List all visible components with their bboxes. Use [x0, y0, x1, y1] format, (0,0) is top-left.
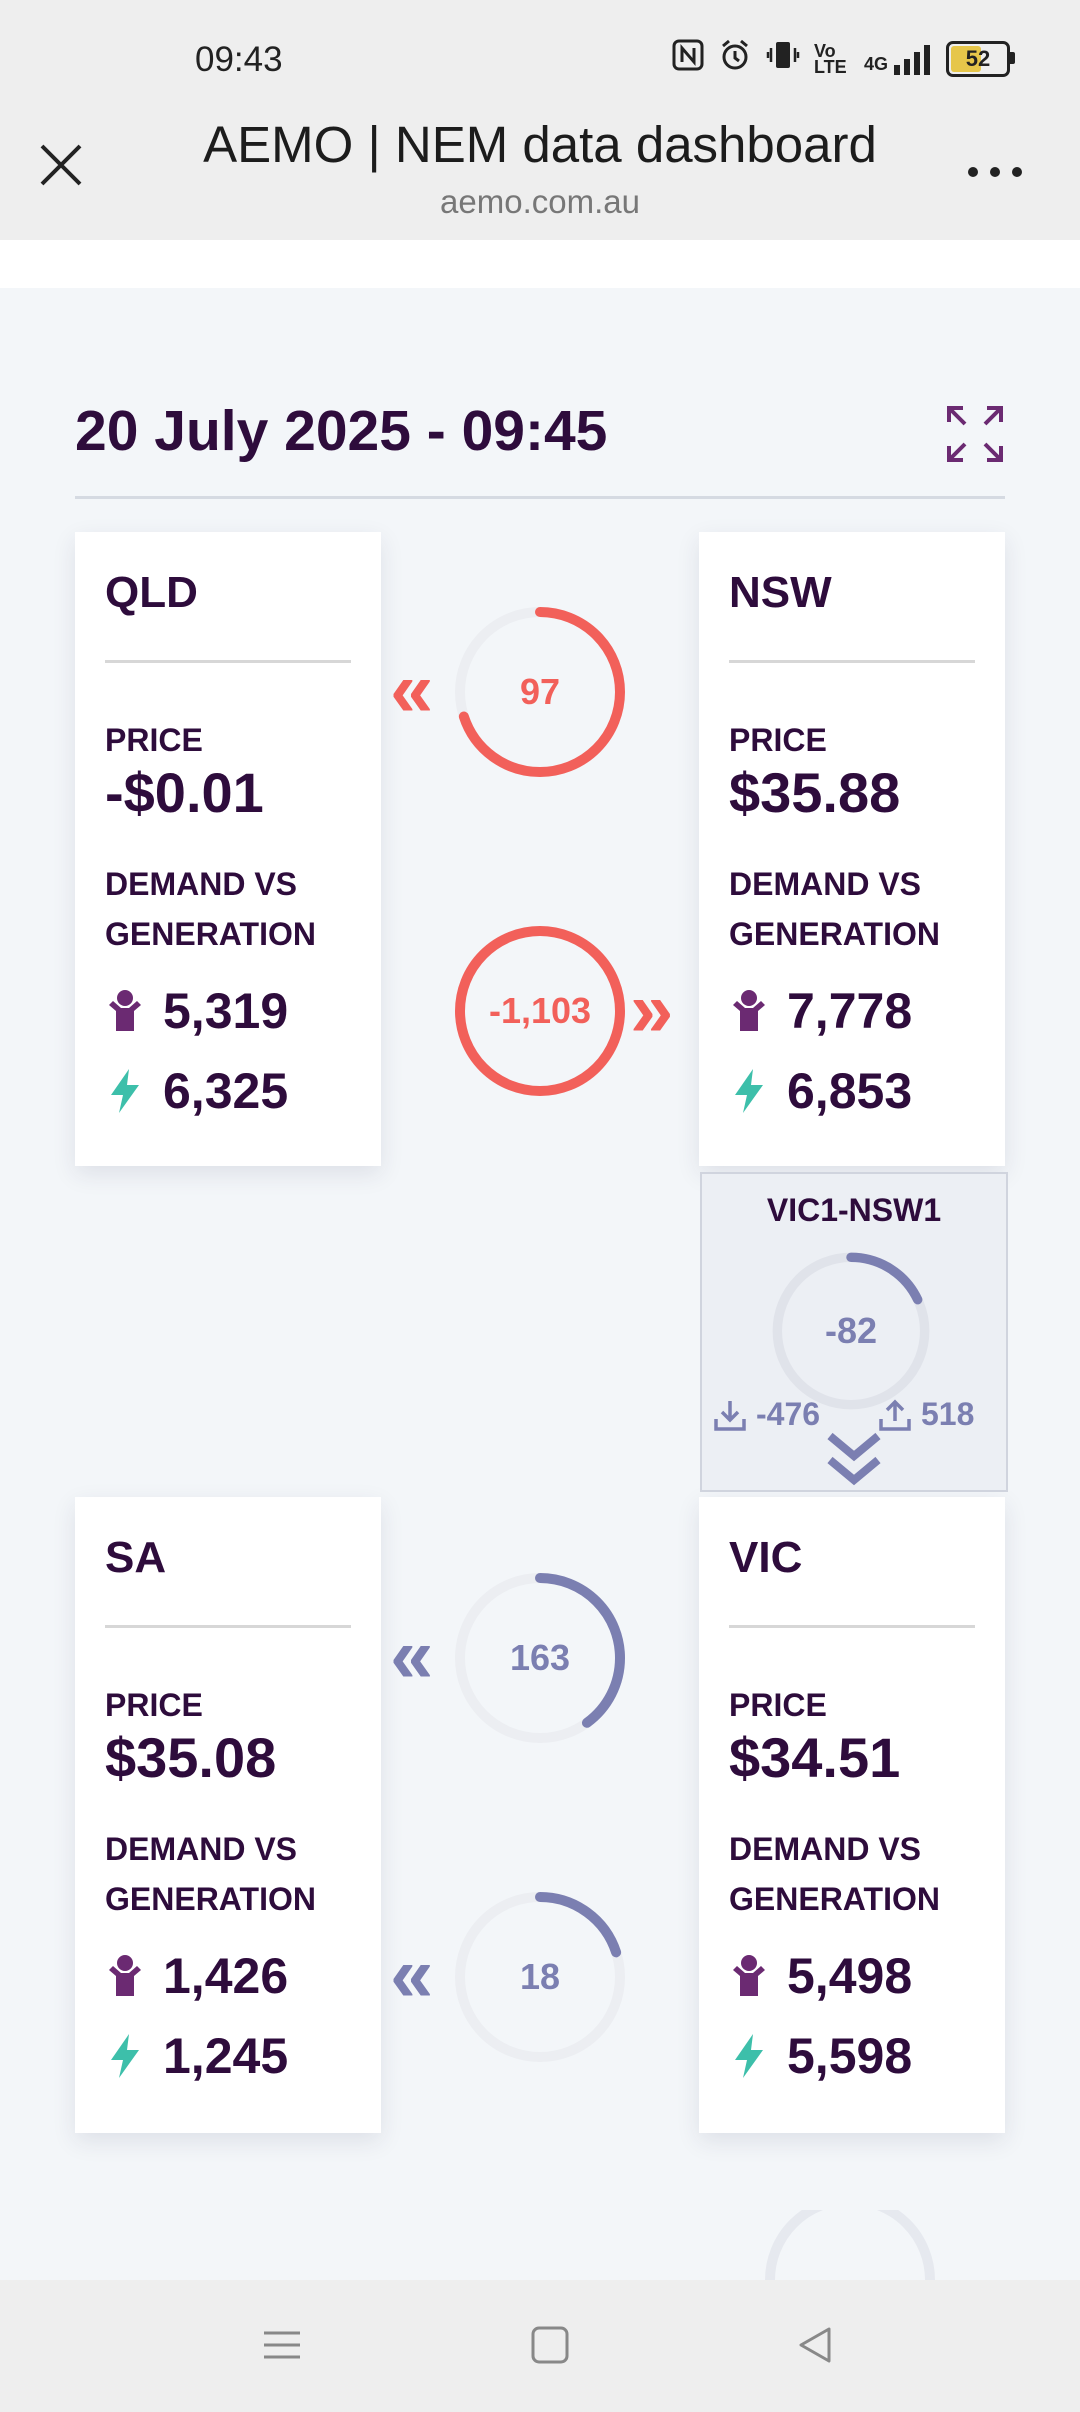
generation-icon: [111, 1069, 139, 1113]
chevron-down-icon: [826, 1430, 882, 1495]
price-label: PRICE: [729, 722, 827, 758]
region-name: VIC: [729, 1533, 803, 1582]
price-label: PRICE: [105, 722, 203, 758]
browser-header: 09:43 Vo LTE 4G 52 AEMO | NEM data dashb…: [0, 0, 1080, 240]
generation-icon: [735, 1069, 763, 1113]
region-name: QLD: [105, 568, 198, 617]
flow-value: 163: [509, 1637, 571, 1678]
flow-ring-qld-nsw-top[interactable]: 97: [450, 602, 630, 782]
price-value: -$0.01: [105, 761, 264, 824]
demand-vs-generation-label: DEMAND VS GENERATION: [105, 1831, 316, 1917]
chevron-left-icon: «: [390, 645, 434, 733]
flow-ring-qld-nsw-bottom[interactable]: -1,103: [450, 921, 630, 1101]
export-limit: 518: [877, 1396, 974, 1433]
demand-icon: [733, 1955, 765, 1996]
vibrate-icon: [766, 38, 800, 80]
flow-ring-sa-vic-bottom[interactable]: 18: [450, 1887, 630, 2067]
interconnector-name: VIC1-NSW1: [766, 1192, 942, 1228]
generation-icon: [111, 2034, 139, 2078]
region-name: NSW: [729, 568, 832, 617]
card-divider: [105, 1625, 351, 1628]
flow-ring-sa-vic-top[interactable]: 163: [450, 1568, 630, 1748]
demand-metric: 7,778: [729, 982, 912, 1040]
import-icon: [714, 1400, 746, 1431]
more-icon[interactable]: [965, 150, 1025, 180]
region-name: SA: [105, 1533, 167, 1582]
region-card-sa[interactable]: SA PRICE $35.08 DEMAND VS GENERATION 1,4…: [75, 1497, 381, 2133]
interconnector-value: -82: [824, 1310, 878, 1351]
generation-metric: 5,598: [729, 2027, 912, 2085]
demand-metric: 1,426: [105, 1947, 288, 2005]
demand-icon: [733, 990, 765, 1031]
menu-icon[interactable]: [262, 2325, 302, 2370]
page-url: aemo.com.au: [440, 183, 640, 220]
generation-metric: 1,245: [105, 2027, 288, 2085]
chevron-left-icon: «: [390, 1930, 434, 2018]
demand-icon: [109, 1955, 141, 1996]
card-divider: [729, 1625, 975, 1628]
region-card-vic[interactable]: VIC PRICE $34.51 DEMAND VS GENERATION 5,…: [699, 1497, 1005, 2133]
price-value: $34.51: [729, 1726, 901, 1789]
back-icon[interactable]: [795, 2325, 835, 2370]
generation-metric: 6,853: [729, 1062, 912, 1120]
flow-value: 97: [519, 671, 561, 712]
demand-metric: 5,319: [105, 982, 288, 1040]
region-card-nsw[interactable]: NSW PRICE $35.88 DEMAND VS GENERATION 7,…: [699, 532, 1005, 1166]
import-limit: -476: [712, 1396, 820, 1433]
price-value: $35.08: [105, 1726, 277, 1789]
alarm-icon: [718, 38, 752, 80]
battery-icon: 52: [946, 41, 1015, 77]
signal-icon: 4G: [864, 43, 932, 75]
generation-icon: [735, 2034, 763, 2078]
flow-value: 18: [519, 1956, 561, 1997]
region-card-qld[interactable]: QLD PRICE -$0.01 DEMAND VS GENERATION 5,…: [75, 532, 381, 1166]
dashboard-datetime: 20 July 2025 - 09:45: [75, 399, 608, 463]
system-nav-bar: [0, 2280, 1080, 2412]
flow-value: -1,103: [488, 990, 592, 1031]
price-value: $35.88: [729, 761, 901, 824]
export-icon: [879, 1399, 911, 1431]
generation-metric: 6,325: [105, 1062, 288, 1120]
card-divider: [105, 660, 351, 663]
divider: [75, 496, 1005, 499]
demand-metric: 5,498: [729, 1947, 912, 2005]
partial-ring: [760, 2195, 940, 2285]
status-time: 09:43: [195, 40, 283, 79]
demand-vs-generation-label: DEMAND VS GENERATION: [729, 1831, 940, 1917]
page-title: AEMO | NEM data dashboard: [203, 116, 877, 173]
price-label: PRICE: [729, 1687, 827, 1723]
nfc-icon: [672, 39, 704, 79]
chevron-right-icon: »: [630, 965, 674, 1053]
card-divider: [729, 660, 975, 663]
status-icons: Vo LTE 4G 52: [672, 38, 1015, 80]
demand-vs-generation-label: DEMAND VS GENERATION: [105, 866, 316, 952]
home-icon[interactable]: [530, 2325, 570, 2370]
interconnector-ring: -82: [766, 1246, 936, 1416]
expand-icon[interactable]: [945, 404, 1005, 464]
price-label: PRICE: [105, 1687, 203, 1723]
chevron-left-icon: «: [390, 1611, 434, 1699]
volte-icon: Vo LTE: [813, 41, 847, 77]
demand-vs-generation-label: DEMAND VS GENERATION: [729, 866, 940, 952]
demand-icon: [109, 990, 141, 1031]
